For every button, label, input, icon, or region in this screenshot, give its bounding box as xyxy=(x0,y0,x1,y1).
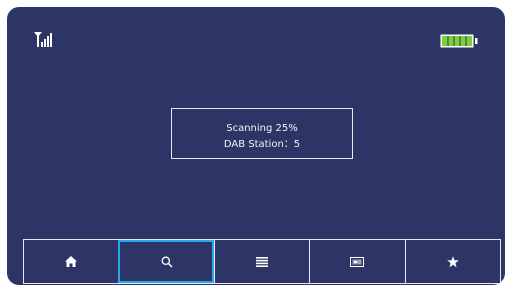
radio-screen: Scanning 25% DAB Station：5 xyxy=(7,7,505,285)
nav-slideshow-button[interactable] xyxy=(309,240,404,283)
scan-progress-text: Scanning 25% xyxy=(226,123,298,134)
scan-progress-dialog: Scanning 25% DAB Station：5 xyxy=(171,108,353,159)
nav-list-button[interactable] xyxy=(213,240,309,283)
station-count-text: DAB Station：5 xyxy=(223,139,301,150)
nav-home-button[interactable] xyxy=(24,240,118,283)
signal-icon xyxy=(34,32,52,47)
star-icon xyxy=(447,255,459,267)
battery-icon xyxy=(440,34,478,48)
nav-favorites-button[interactable] xyxy=(404,240,500,283)
slideshow-icon xyxy=(350,256,365,267)
bottom-nav-bar xyxy=(23,239,501,284)
home-icon xyxy=(65,256,78,267)
list-icon xyxy=(256,256,269,267)
nav-search-button[interactable] xyxy=(118,240,214,283)
search-icon xyxy=(161,256,173,268)
